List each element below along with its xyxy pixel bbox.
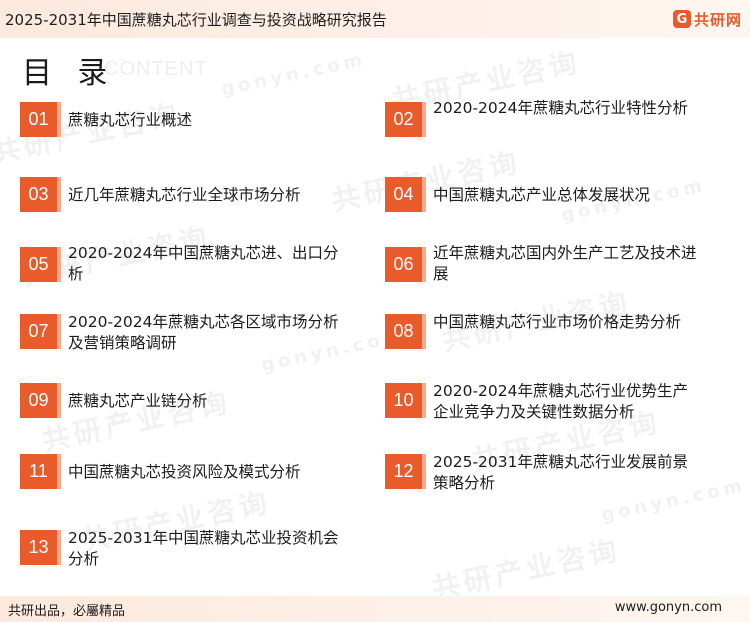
toc-item-number: 03 [20,177,61,212]
toc-item-number: 05 [20,247,61,282]
toc-item-number: 12 [385,454,426,489]
toc-item-number: 13 [20,530,61,565]
toc-item-label: 2020-2024年蔗糖丸芯行业优势生产企业竞争力及关键性数据分析 [433,382,688,421]
toc-heading: 目 录 [22,56,116,91]
toc-item-number: 04 [385,177,426,212]
footer-bar: 共研出品，必屬精品 www.gonyn.com [0,596,750,622]
watermark: gonyn.com [219,48,368,101]
toc-item-number: 06 [385,247,426,282]
toc-item-number: 11 [20,454,61,489]
footer-website[interactable]: www.gonyn.com [615,600,722,615]
toc-item-number: 02 [385,102,426,137]
toc-item-label: 近几年蔗糖丸芯行业全球市场分析 [68,186,301,204]
brand-name: 共研网 [693,10,742,29]
toc-item-label: 中国蔗糖丸芯行业市场价格走势分析 [433,313,682,331]
toc-item-number: 08 [385,314,426,349]
toc-item-label: 2025-2031年中国蔗糖丸芯业投资机会分析 [68,529,339,568]
toc-item-label: 近年蔗糖丸芯国内外生产工艺及技术进展 [433,244,697,283]
report-title: 2025-2031年中国蔗糖丸芯行业调查与投资战略研究报告 [5,11,387,29]
toc-item-number: 10 [385,383,426,418]
toc-item-number: 01 [20,102,61,137]
toc-item-label: 2025-2031年蔗糖丸芯行业发展前景策略分析 [433,453,688,492]
toc-item-label: 2020-2024年蔗糖丸芯各区域市场分析及营销策略调研 [68,313,339,352]
footer-slogan: 共研出品，必屬精品 [8,604,126,619]
toc-item-number: 09 [20,383,61,418]
toc-item-number: 07 [20,314,61,349]
toc-item-label: 中国蔗糖丸芯投资风险及模式分析 [68,463,301,481]
toc-item-label: 2020-2024年中国蔗糖丸芯进、出口分析 [68,244,339,283]
toc-item-label: 中国蔗糖丸芯产业总体发展状况 [433,186,651,204]
toc-item-label: 蔗糖丸芯产业链分析 [68,392,208,410]
toc-subheading: CONTENT [104,58,208,80]
watermark: 共研产业咨询 [328,145,524,218]
toc-item-label: 2020-2024年蔗糖丸芯行业特性分析 [433,99,688,117]
toc-item-label: 蔗糖丸芯行业概述 [68,111,193,129]
brand-logo-icon: G [672,10,691,28]
brand-logo: G 共研网 [672,8,742,30]
header-bar: 2025-2031年中国蔗糖丸芯行业调查与投资战略研究报告 G 共研网 [0,0,750,38]
